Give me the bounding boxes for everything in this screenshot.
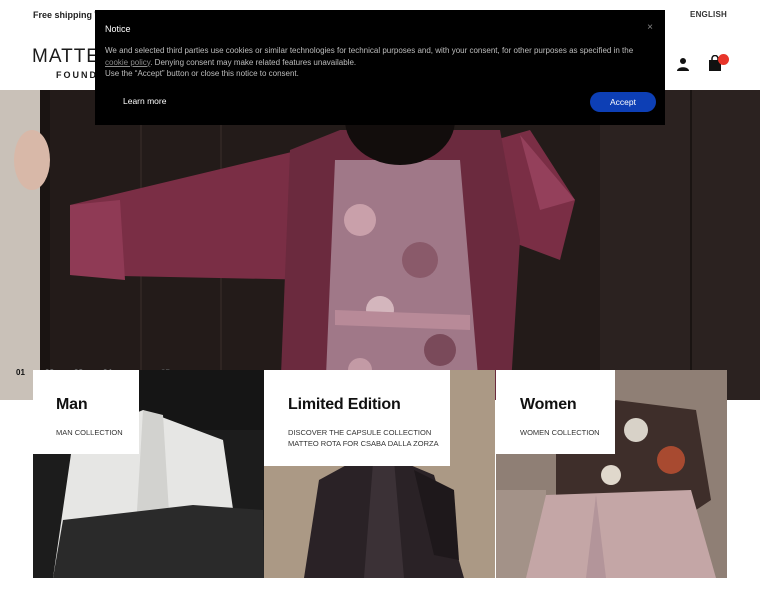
limited-edition-line-2: MATTEO ROTA FOR CSABA DALLA ZORZA <box>288 439 439 448</box>
hero-banner[interactable] <box>0 90 760 400</box>
man-label: Man MAN COLLECTION <box>33 370 139 454</box>
hero-image <box>0 90 760 400</box>
shipping-notice: Free shipping W <box>33 10 104 20</box>
limited-edition-subtitle[interactable]: DISCOVER THE CAPSULE COLLECTION MATTEO RO… <box>288 427 450 449</box>
collection-card-man[interactable]: Man MAN COLLECTION <box>33 370 264 578</box>
women-subtitle[interactable]: WOMEN COLLECTION <box>520 427 615 438</box>
collection-card-limited-edition[interactable]: Limited Edition DISCOVER THE CAPSULE COL… <box>264 370 495 578</box>
accept-button[interactable]: Accept <box>590 92 656 112</box>
cookie-text-part-3: Use the “Accept” button or close this no… <box>105 69 299 78</box>
cookie-notice-title: Notice <box>105 24 131 34</box>
learn-more-button[interactable]: Learn more <box>123 96 166 106</box>
man-subtitle[interactable]: MAN COLLECTION <box>56 427 139 438</box>
close-icon[interactable]: × <box>647 22 653 33</box>
user-icon[interactable] <box>676 57 690 71</box>
women-label: Women WOMEN COLLECTION <box>496 370 615 454</box>
language-selector[interactable]: ENGLISH <box>690 10 727 19</box>
cookie-notice-text: We and selected third parties use cookie… <box>105 45 650 80</box>
collection-card-women[interactable]: Women WOMEN COLLECTION <box>496 370 727 578</box>
limited-edition-line-1: DISCOVER THE CAPSULE COLLECTION <box>288 428 432 437</box>
women-title[interactable]: Women <box>520 396 615 414</box>
cookie-text-part-1: We and selected third parties use cookie… <box>105 46 634 55</box>
cart-badge <box>718 54 729 65</box>
man-title[interactable]: Man <box>56 396 139 414</box>
limited-edition-title[interactable]: Limited Edition <box>288 396 450 414</box>
cookie-text-part-2: . Denying consent may make related featu… <box>150 57 357 67</box>
limited-edition-label: Limited Edition DISCOVER THE CAPSULE COL… <box>264 370 450 466</box>
cookie-notice-modal: Notice × We and selected third parties u… <box>95 10 665 125</box>
cookie-policy-link[interactable]: cookie policy <box>105 58 150 67</box>
